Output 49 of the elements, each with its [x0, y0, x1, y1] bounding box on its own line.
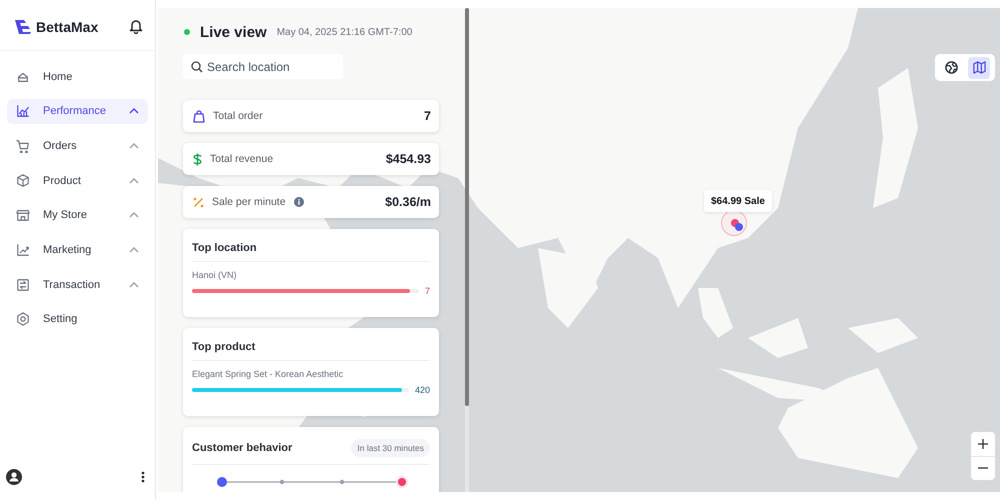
stat-label: Sale per minute — [212, 196, 286, 208]
globe-icon — [944, 61, 958, 74]
setting-icon — [16, 312, 30, 326]
stat-value: $454.93 — [386, 152, 431, 166]
period-badge: In last 30 minutes — [351, 439, 430, 457]
logo-icon — [14, 18, 32, 34]
search-field[interactable]: Search location — [183, 54, 343, 79]
info-icon[interactable] — [294, 197, 304, 207]
marketing-icon — [16, 242, 30, 257]
search-icon — [191, 61, 203, 73]
stat-label: Total order — [213, 110, 263, 122]
nav-item[interactable]: Marketing — [7, 237, 148, 262]
map-icon — [972, 61, 986, 74]
chart-icon — [16, 104, 30, 118]
bell-icon[interactable] — [129, 19, 143, 34]
dollar-icon — [193, 152, 202, 166]
cart-icon — [16, 138, 30, 153]
card-title: Top product — [192, 341, 256, 353]
nav-item[interactable]: Performance — [7, 98, 148, 124]
stat-value: 7 — [424, 109, 431, 123]
nav-item[interactable]: Home — [7, 64, 148, 89]
brand-name: BettaMax — [36, 18, 98, 34]
stat-value: $0.36/m — [385, 195, 431, 209]
nav-item[interactable]: Transaction — [7, 272, 148, 298]
card-title: Customer behavior — [192, 442, 292, 454]
store-icon — [16, 208, 30, 222]
nav-item[interactable]: Orders — [7, 133, 148, 158]
live-view-title: Live view — [200, 24, 267, 40]
stat-label: Total revenue — [210, 153, 274, 165]
minus-icon — [978, 467, 988, 470]
shopping-bag-icon — [193, 110, 205, 122]
location-name: Hanoi (VN) — [192, 270, 238, 280]
more-icon[interactable] — [141, 471, 145, 483]
plus-icon — [978, 438, 988, 449]
transaction-icon — [16, 278, 30, 292]
scrollbar[interactable] — [465, 8, 469, 492]
product-name: Elegant Spring Set - Korean Aesthetic — [192, 369, 344, 379]
card-title: Top location — [192, 242, 258, 254]
map-view-button[interactable] — [968, 56, 990, 78]
bar-value: 7 — [424, 286, 430, 296]
percent-icon — [193, 196, 204, 208]
nav-item[interactable]: Setting — [7, 306, 148, 332]
bar-value: 420 — [414, 385, 430, 395]
nav-item[interactable]: My Store — [7, 202, 148, 228]
sale-popup: $64.99 Sale — [704, 190, 772, 212]
timestamp: May 04, 2025 21:16 GMT-7:00 — [276, 26, 412, 38]
avatar-icon[interactable] — [6, 469, 22, 485]
box-icon — [16, 174, 30, 188]
nav-item[interactable]: Product — [7, 168, 148, 194]
